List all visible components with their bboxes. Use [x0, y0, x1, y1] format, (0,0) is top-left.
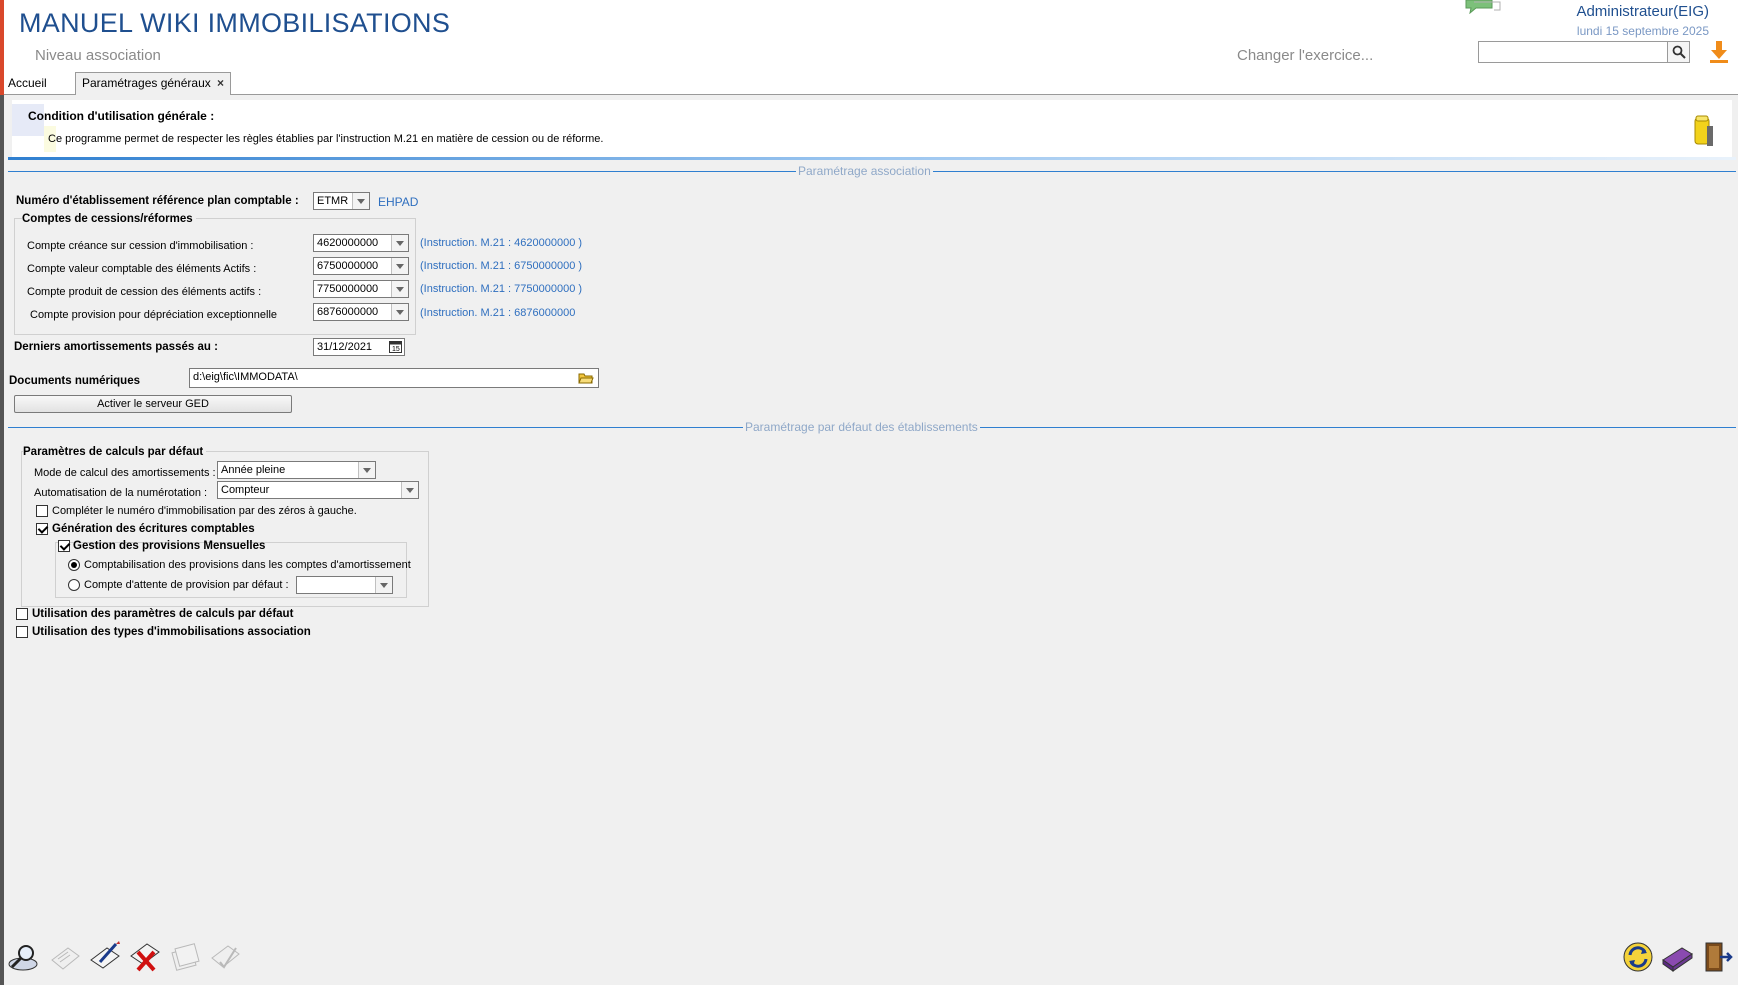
download-icon[interactable] [1708, 40, 1730, 64]
folder-open-icon[interactable] [578, 371, 594, 385]
use-types-checkbox[interactable] [16, 626, 28, 638]
chevron-down-icon [401, 482, 418, 498]
section-title-association: Paramétrage association [796, 164, 933, 178]
search-input[interactable] [1478, 41, 1668, 63]
refresh-icon[interactable] [1621, 940, 1655, 974]
provision-mode-radio-amortissement[interactable] [68, 559, 80, 571]
section-title-etablissements: Paramétrage par défaut des établissement… [743, 420, 980, 434]
valeur-account-select[interactable]: 6750000000 [313, 257, 409, 275]
edit-document-icon[interactable] [88, 938, 122, 972]
current-date: lundi 15 septembre 2025 [1576, 24, 1709, 38]
produit-account-value: 7750000000 [317, 283, 379, 295]
instruction-hint: (Instruction. M.21 : 4620000000 ) [420, 237, 583, 249]
cession-row-label: Compte créance sur cession d'immobilisat… [27, 240, 254, 252]
mode-calcul-select[interactable]: Année pleine [217, 461, 376, 479]
tab-bar: Accueil Paramétrages généraux × [4, 72, 1738, 95]
mode-calcul-label: Mode de calcul des amortissements : [34, 467, 216, 479]
copy-documents-icon[interactable] [168, 940, 202, 974]
mode-calcul-value: Année pleine [221, 464, 286, 476]
chat-icon[interactable] [1464, 0, 1502, 14]
cession-account-value: 4620000000 [317, 237, 379, 249]
instruction-hint: (Instruction. M.21 : 6750000000 ) [420, 260, 583, 272]
etab-label: Numéro d'établissement référence plan co… [16, 195, 299, 207]
documents-path-value: d:\eig\fic\IMMODATA\ [193, 371, 298, 383]
chevron-down-icon [391, 235, 408, 251]
activate-ged-button[interactable]: Activer le serveur GED [14, 395, 292, 413]
condition-text: Ce programme permet de respecter les règ… [48, 133, 604, 145]
use-default-params-checkbox[interactable] [16, 608, 28, 620]
etab-value: ETMR [317, 195, 349, 207]
change-exercise-link[interactable]: Changer l'exercice... [1237, 47, 1373, 64]
new-document-icon[interactable] [48, 940, 82, 974]
compte-attente-select[interactable] [296, 576, 393, 594]
documents-label: Documents numériques [9, 375, 140, 387]
chevron-down-icon [352, 193, 369, 209]
chevron-down-icon [375, 577, 392, 593]
documents-path-field[interactable]: d:\eig\fic\IMMODATA\ [189, 368, 599, 388]
numerotation-value: Compteur [221, 484, 270, 496]
amortissements-date-field[interactable]: 31/12/2021 15 [313, 338, 405, 356]
instruction-hint: (Instruction. M.21 : 6876000000 [420, 307, 576, 319]
svg-text:15: 15 [392, 346, 400, 353]
search-button[interactable] [1668, 41, 1690, 63]
provision-account-select[interactable]: 6876000000 [313, 303, 409, 321]
condition-title: Condition d'utilisation générale : [28, 109, 215, 123]
provision-account-value: 6876000000 [317, 306, 379, 318]
condition-panel [12, 100, 1732, 160]
provision-mode-amortissement-label: Comptabilisation des provisions dans les… [84, 559, 411, 571]
chevron-down-icon [391, 281, 408, 297]
amortissements-date-value: 31/12/2021 [317, 341, 373, 353]
window-left-edge [0, 0, 4, 985]
cession-row-label: Compte produit de cession des éléments a… [27, 286, 262, 298]
complete-zeros-checkbox[interactable] [36, 505, 48, 517]
tab-accueil[interactable]: Accueil [8, 73, 47, 93]
validate-document-icon[interactable] [208, 940, 242, 974]
info-icon [1694, 115, 1713, 146]
app-title: MANUEL WIKI IMMOBILISATIONS [19, 8, 451, 38]
provision-mode-attente-label: Compte d'attente de provision par défaut… [84, 579, 289, 591]
close-icon[interactable]: × [217, 73, 224, 93]
use-types-label: Utilisation des types d'immobilisations … [32, 626, 311, 638]
level-subtitle: Niveau association [35, 47, 161, 64]
chevron-down-icon [391, 304, 408, 320]
exit-icon[interactable] [1700, 940, 1734, 974]
instruction-hint: (Instruction. M.21 : 7750000000 ) [420, 283, 583, 295]
condition-divider [8, 157, 1736, 160]
chevron-down-icon [391, 258, 408, 274]
amortissements-label: Derniers amortissements passés au : [14, 341, 218, 353]
cession-row-label: Compte provision pour dépréciation excep… [30, 309, 278, 321]
delete-document-icon[interactable] [128, 938, 162, 972]
gestion-provisions-label: Gestion des provisions Mensuelles [73, 540, 266, 552]
calendar-icon[interactable]: 15 [389, 341, 402, 353]
tab-label: Paramétrages généraux [82, 76, 211, 90]
cession-row-label: Compte valeur comptable des éléments Act… [27, 263, 257, 275]
cession-account-select[interactable]: 4620000000 [313, 234, 409, 252]
search-record-icon[interactable] [6, 940, 40, 974]
numerotation-select[interactable]: Compteur [217, 481, 419, 499]
produit-account-select[interactable]: 7750000000 [313, 280, 409, 298]
generation-ecritures-checkbox[interactable] [36, 523, 48, 535]
chevron-down-icon [358, 462, 375, 478]
search-icon [1672, 45, 1686, 59]
numerotation-label: Automatisation de la numérotation : [34, 487, 208, 499]
use-default-params-label: Utilisation des paramètres de calculs pa… [32, 608, 294, 620]
tab-parametrages-generaux[interactable]: Paramétrages généraux × [75, 72, 231, 95]
group-calculs-title: Paramètres de calculs par défaut [23, 446, 207, 458]
etab-select[interactable]: ETMR [313, 192, 370, 210]
gestion-provisions-checkbox[interactable] [58, 540, 70, 552]
valeur-account-value: 6750000000 [317, 260, 379, 272]
provision-mode-radio-attente[interactable] [68, 579, 80, 591]
etab-name: EHPAD [378, 195, 419, 209]
user-name: Administrateur(EIG) [1576, 3, 1709, 20]
complete-zeros-label: Compléter le numéro d'immobilisation par… [52, 505, 357, 517]
group-cessions-title: Comptes de cessions/réformes [22, 213, 196, 225]
generation-ecritures-label: Génération des écritures comptables [52, 523, 255, 535]
print-icon[interactable] [1660, 940, 1694, 974]
